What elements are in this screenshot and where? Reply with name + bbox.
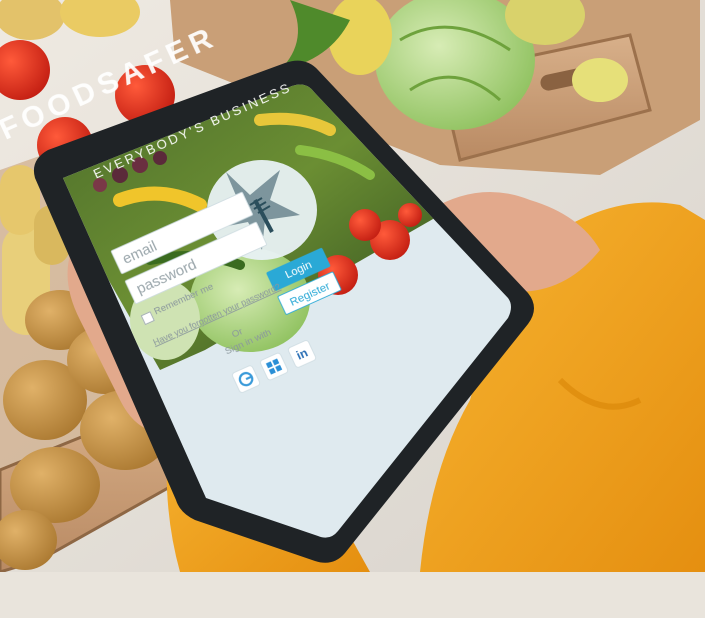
linkedin-glyph: in <box>294 345 310 363</box>
google-glyph <box>238 371 254 387</box>
linkedin-icon[interactable]: in <box>286 338 318 369</box>
google-icon[interactable] <box>230 364 262 395</box>
windows-icon[interactable] <box>258 351 290 382</box>
windows-glyph <box>265 358 283 375</box>
